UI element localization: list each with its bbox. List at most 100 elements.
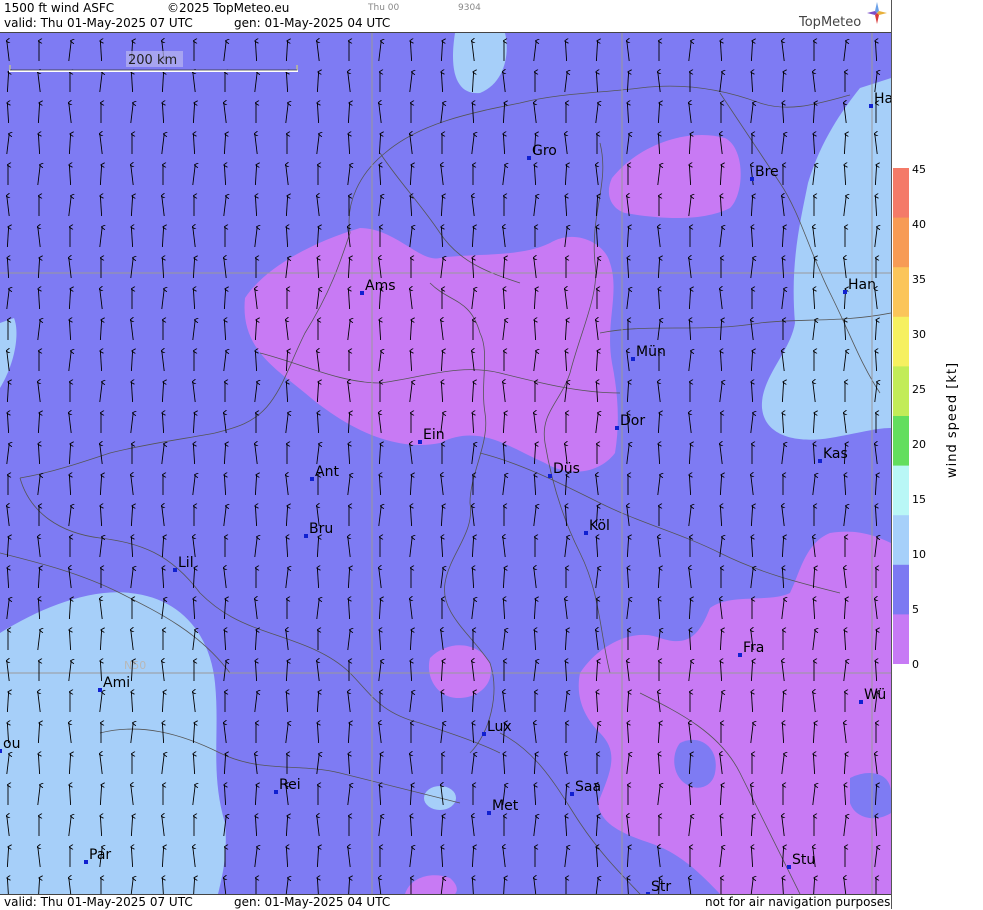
city-dot <box>84 860 88 864</box>
wind-zone-10-15-southwest <box>0 592 226 894</box>
city-dot <box>787 865 791 869</box>
colorbar-tick-label: 0 <box>912 658 919 671</box>
copyright-text: ©2025 TopMeteo.eu <box>167 1 290 15</box>
city-10: Düs <box>548 461 580 478</box>
colorbar-segment <box>893 614 909 664</box>
city-dot <box>843 290 847 294</box>
city-dot <box>304 534 308 538</box>
city-9: Ant <box>310 464 339 481</box>
footer-valid-time: valid: Thu 01-May-2025 07 UTC <box>4 895 193 909</box>
generated-time: gen: 01-May-2025 04 UTC <box>234 16 391 30</box>
city-2: Bre <box>750 164 779 181</box>
city-label: Ha <box>874 91 891 107</box>
footer-generated-time: gen: 01-May-2025 04 UTC <box>234 895 391 909</box>
map-header: 1500 ft wind ASFC ©2025 TopMeteo.eu Thu … <box>0 0 891 33</box>
step-time-label: Thu 00 <box>368 3 400 13</box>
colorbar-tick-label: 40 <box>912 218 926 231</box>
scale-label: 200 km <box>128 53 177 68</box>
compass-logo-icon <box>867 2 887 24</box>
city-22: Par <box>84 847 111 864</box>
city-dot <box>584 531 588 535</box>
city-8: Kas <box>818 446 848 463</box>
city-label: Met <box>492 798 519 814</box>
city-dot <box>818 459 822 463</box>
city-5: Mün <box>631 344 666 361</box>
colorbar-tick-label: 30 <box>912 328 926 341</box>
map-footer: valid: Thu 01-May-2025 07 UTC gen: 01-Ma… <box>0 894 891 910</box>
city-21: Met <box>487 798 519 815</box>
city-dot <box>360 291 364 295</box>
city-label: Saa <box>575 779 601 795</box>
valid-time: valid: Thu 01-May-2025 07 UTC <box>4 16 193 30</box>
map-right-border <box>891 0 892 909</box>
colorbar-tick-label: 10 <box>912 548 926 561</box>
city-label: Ams <box>365 278 396 294</box>
city-18: Lux <box>482 719 512 736</box>
city-7: Dor <box>615 413 645 430</box>
city-1: Gro <box>527 143 557 160</box>
city-label: Par <box>89 847 111 863</box>
city-dot <box>615 426 619 430</box>
city-label: Kas <box>823 446 848 462</box>
city-label: Ein <box>423 427 445 443</box>
colorbar-segment <box>893 267 909 318</box>
city-label: Düs <box>553 461 580 477</box>
code-label: 9304 <box>458 3 481 13</box>
city-dot <box>274 790 278 794</box>
city-label: Wü <box>864 687 886 703</box>
city-dot <box>859 700 863 704</box>
colorbar-segment <box>893 217 909 268</box>
city-dot <box>487 811 491 815</box>
city-dot <box>482 732 486 736</box>
colorbar-tick-label: 5 <box>912 603 919 616</box>
latitude-label: N50 <box>124 659 146 672</box>
city-label: Han <box>848 277 876 293</box>
colorbar-tick-label: 25 <box>912 383 926 396</box>
city-dot <box>98 688 102 692</box>
colorbar-segment <box>893 564 909 615</box>
colorbar-segment <box>893 316 909 367</box>
city-label: Fra <box>743 640 764 656</box>
city-dot <box>173 568 177 572</box>
city-label: Ami <box>103 675 130 691</box>
city-dot <box>418 440 422 444</box>
city-label: Rei <box>279 777 301 793</box>
city-dot <box>548 474 552 478</box>
colorbar-segment <box>893 465 909 516</box>
city-23: Stu <box>787 852 815 869</box>
city-label: Gro <box>532 143 557 159</box>
colorbar-segment <box>893 515 909 566</box>
colorbar-tick-label: 35 <box>912 273 926 286</box>
colorbar-tick-label: 15 <box>912 493 926 506</box>
city-17: ou <box>0 736 20 753</box>
wind-map[interactable]: 200 km N50 Ha Gro Bre Ams Han Mün Ein Dor Kas Ant… <box>0 33 891 894</box>
city-label: Lil <box>178 555 194 571</box>
wind-speed-colorbar <box>893 168 909 664</box>
city-15: Ami <box>98 675 130 692</box>
colorbar-segment <box>893 366 909 417</box>
city-4: Han <box>843 277 876 294</box>
city-dot <box>310 477 314 481</box>
wind-zone-5-10-island-east <box>850 773 891 819</box>
colorbar-tick-label: 20 <box>912 438 926 451</box>
city-dot <box>750 177 754 181</box>
city-label: Stu <box>792 852 815 868</box>
brand-name: TopMeteo <box>799 15 862 30</box>
city-label: Lux <box>487 719 512 735</box>
city-dot <box>570 792 574 796</box>
city-label: Köl <box>589 518 610 534</box>
city-11: Bru <box>304 521 333 538</box>
city-dot <box>631 357 635 361</box>
city-16: Wü <box>859 687 886 704</box>
city-label: Mün <box>636 344 666 360</box>
colorbar-tick-label: 45 <box>912 163 926 176</box>
city-dot <box>869 104 873 108</box>
city-label: Bru <box>309 521 333 537</box>
colorbar-segment <box>893 168 909 219</box>
footer-disclaimer: not for air navigation purposes <box>705 895 891 909</box>
city-3: Ams <box>360 278 396 295</box>
city-dot <box>0 749 2 753</box>
product-title: 1500 ft wind ASFC <box>4 1 115 15</box>
city-20: Saa <box>570 779 601 796</box>
city-label: Str <box>651 879 671 894</box>
